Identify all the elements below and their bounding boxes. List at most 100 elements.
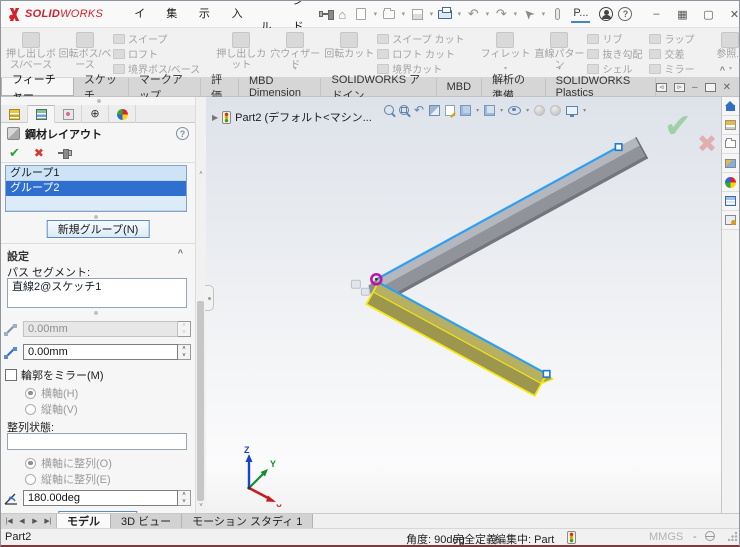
section-view-icon[interactable] [429, 105, 440, 116]
zoom-fit-icon[interactable] [384, 105, 394, 115]
extruded-boss-button[interactable]: 押し出しボス/ベース [4, 29, 58, 76]
sweep-button[interactable]: スイープ [112, 31, 206, 46]
new-caret-icon[interactable]: ▾ [371, 10, 379, 18]
tab-mbd[interactable]: MBD [437, 78, 482, 96]
tab-addins[interactable]: SOLIDWORKS アドイン [321, 78, 436, 96]
close-button[interactable]: ✕ [722, 4, 740, 24]
yellow-beam-web[interactable] [366, 292, 541, 396]
group-list-item-selected[interactable]: グループ2 [6, 181, 186, 196]
mirror-button[interactable]: ミラー [648, 61, 700, 76]
confirm-cancel-button[interactable]: ✖ [697, 130, 717, 159]
pm-pin-icon[interactable] [58, 148, 72, 158]
linear-pattern-caret-icon[interactable]: ▾ [558, 64, 561, 75]
hole-wizard-button[interactable]: 穴ウィザード▾ [268, 29, 322, 76]
motion-study-tab[interactable]: モーション スタディ 1 [182, 514, 313, 528]
wrap-button[interactable]: ラップ [648, 31, 700, 46]
group-list-item[interactable]: グループ1 [6, 166, 186, 181]
loft-cut-button[interactable]: ロフト カット [376, 46, 470, 61]
sweep-cut-button[interactable]: スイープ カット [376, 31, 470, 46]
draft-button[interactable]: 抜き勾配 [586, 46, 648, 61]
annotation-view-icon[interactable] [445, 105, 455, 116]
display-style-icon[interactable] [484, 105, 495, 116]
configurationmanager-tab[interactable] [55, 105, 82, 123]
tab-evaluate[interactable]: 評価 [201, 78, 239, 96]
alignment-input[interactable] [7, 433, 187, 450]
tab-markup[interactable]: マークアップ [129, 78, 201, 96]
graphics-viewport[interactable]: ▶ Part2 (デフォルト<マシン... ↶ ▾ ▾ ▾ ▾ ✔ ✖ [206, 97, 721, 513]
hole-wizard-caret-icon[interactable]: ▾ [294, 64, 297, 75]
window-layout-button[interactable]: ▦ [670, 4, 694, 24]
first-tab-button[interactable]: |◀ [3, 517, 15, 525]
zoom-area-icon[interactable] [399, 105, 409, 115]
resize-grip[interactable] [728, 531, 738, 541]
tab-sketch[interactable]: スケッチ [74, 78, 129, 96]
taskpane-home-tab[interactable] [722, 97, 739, 116]
view-orientation-caret-icon[interactable]: ▾ [476, 107, 479, 114]
doc-prev-window-icon[interactable]: ⊲ [656, 83, 667, 92]
undo-icon[interactable]: ↶ [464, 4, 482, 24]
reference-caret-icon[interactable]: ▾ [729, 64, 732, 75]
scroll-down-icon[interactable]: ˅ [196, 501, 206, 511]
sketch-endpoint-marker[interactable] [543, 371, 549, 377]
featuremanager-tab[interactable] [1, 105, 28, 123]
next-tab-button[interactable]: ▶ [29, 517, 41, 525]
last-tab-button[interactable]: ▶| [42, 517, 54, 525]
tab-features[interactable]: フィーチャー [1, 78, 74, 96]
pathbox-resize-grip[interactable] [94, 311, 98, 315]
mirror-horizontal-radio[interactable]: 横軸(H) [25, 385, 78, 401]
pm-scrollbar-thumb[interactable] [197, 301, 204, 501]
taskpane-file-explorer-tab[interactable] [722, 135, 739, 154]
pm-help-icon[interactable]: ? [176, 127, 189, 140]
model-canvas[interactable] [206, 97, 721, 513]
confirm-ok-button[interactable]: ✔ [664, 106, 692, 145]
tag-icon[interactable] [705, 531, 715, 541]
new-document-icon[interactable] [352, 4, 370, 24]
minimize-button[interactable]: – [644, 4, 668, 24]
feature-tree-flyout[interactable]: ▶ Part2 (デフォルト<マシン... [212, 109, 372, 125]
revolved-cut-button[interactable]: 回転カット [322, 29, 376, 76]
help-icon[interactable]: ? [616, 4, 634, 24]
gray-beam-web[interactable] [381, 145, 646, 298]
doc-minimize-icon[interactable]: – [692, 82, 698, 93]
tab-plastics[interactable]: SOLIDWORKS Plastics [546, 78, 656, 96]
view-settings-icon[interactable] [566, 106, 578, 115]
gap-end-spinner[interactable]: ˄˅ [178, 344, 191, 360]
search-box[interactable]: P... [571, 6, 590, 23]
view-settings-caret-icon[interactable]: ▾ [583, 107, 586, 114]
sketch-line-1[interactable] [376, 147, 618, 279]
hide-show-items-icon[interactable] [508, 106, 521, 115]
sketch-endpoint-marker[interactable] [615, 144, 621, 150]
revolved-boss-button[interactable]: 回転ボス/ベース [58, 29, 112, 76]
status-units[interactable]: MMGS [649, 531, 683, 543]
hide-show-caret-icon[interactable]: ▾ [526, 107, 529, 114]
maximize-button[interactable]: ▢ [696, 4, 720, 24]
intersect-button[interactable]: 交差 [648, 46, 700, 61]
dimxpertmanager-tab[interactable]: ⊕ [82, 105, 109, 123]
propertymanager-tab[interactable] [28, 105, 55, 123]
save-caret-icon[interactable]: ▾ [427, 10, 435, 18]
sketch-line-2[interactable] [378, 282, 546, 374]
print-icon[interactable] [436, 4, 454, 24]
settings-section-header[interactable]: 設定 [7, 248, 29, 264]
rotation-angle-spinner[interactable]: ˄˅ [178, 490, 191, 506]
gray-beam-edge[interactable] [386, 156, 647, 301]
panel-splitter-grip[interactable] [97, 99, 101, 103]
fillet-button[interactable]: フィレット▾ [478, 29, 532, 76]
rib-button[interactable]: リブ [586, 31, 648, 46]
extruded-cut-button[interactable]: 押し出しカット [214, 29, 268, 76]
yellow-beam-flange[interactable] [373, 282, 547, 383]
loft-button[interactable]: ロフト [112, 46, 206, 61]
scroll-up-icon[interactable]: ˄ [196, 169, 206, 179]
save-icon[interactable] [408, 4, 426, 24]
taskpane-appearances-tab[interactable] [722, 173, 739, 192]
flyout-expand-icon[interactable]: ▶ [212, 113, 218, 122]
display-style-caret-icon[interactable]: ▾ [500, 107, 503, 114]
panel-viewport-splitter[interactable] [205, 285, 214, 311]
path-segment-listbox[interactable]: 直線2@スケッチ1 [7, 278, 187, 308]
new-group-button[interactable]: 新規グループ(N) [47, 220, 150, 238]
select-cursor-icon[interactable]: ➤ [516, 1, 543, 28]
taskpane-custom-properties-tab[interactable] [722, 192, 739, 211]
open-icon[interactable] [380, 4, 398, 24]
model-tab[interactable]: モデル [57, 514, 111, 528]
rotation-angle-input[interactable]: 180.00deg [23, 490, 178, 506]
